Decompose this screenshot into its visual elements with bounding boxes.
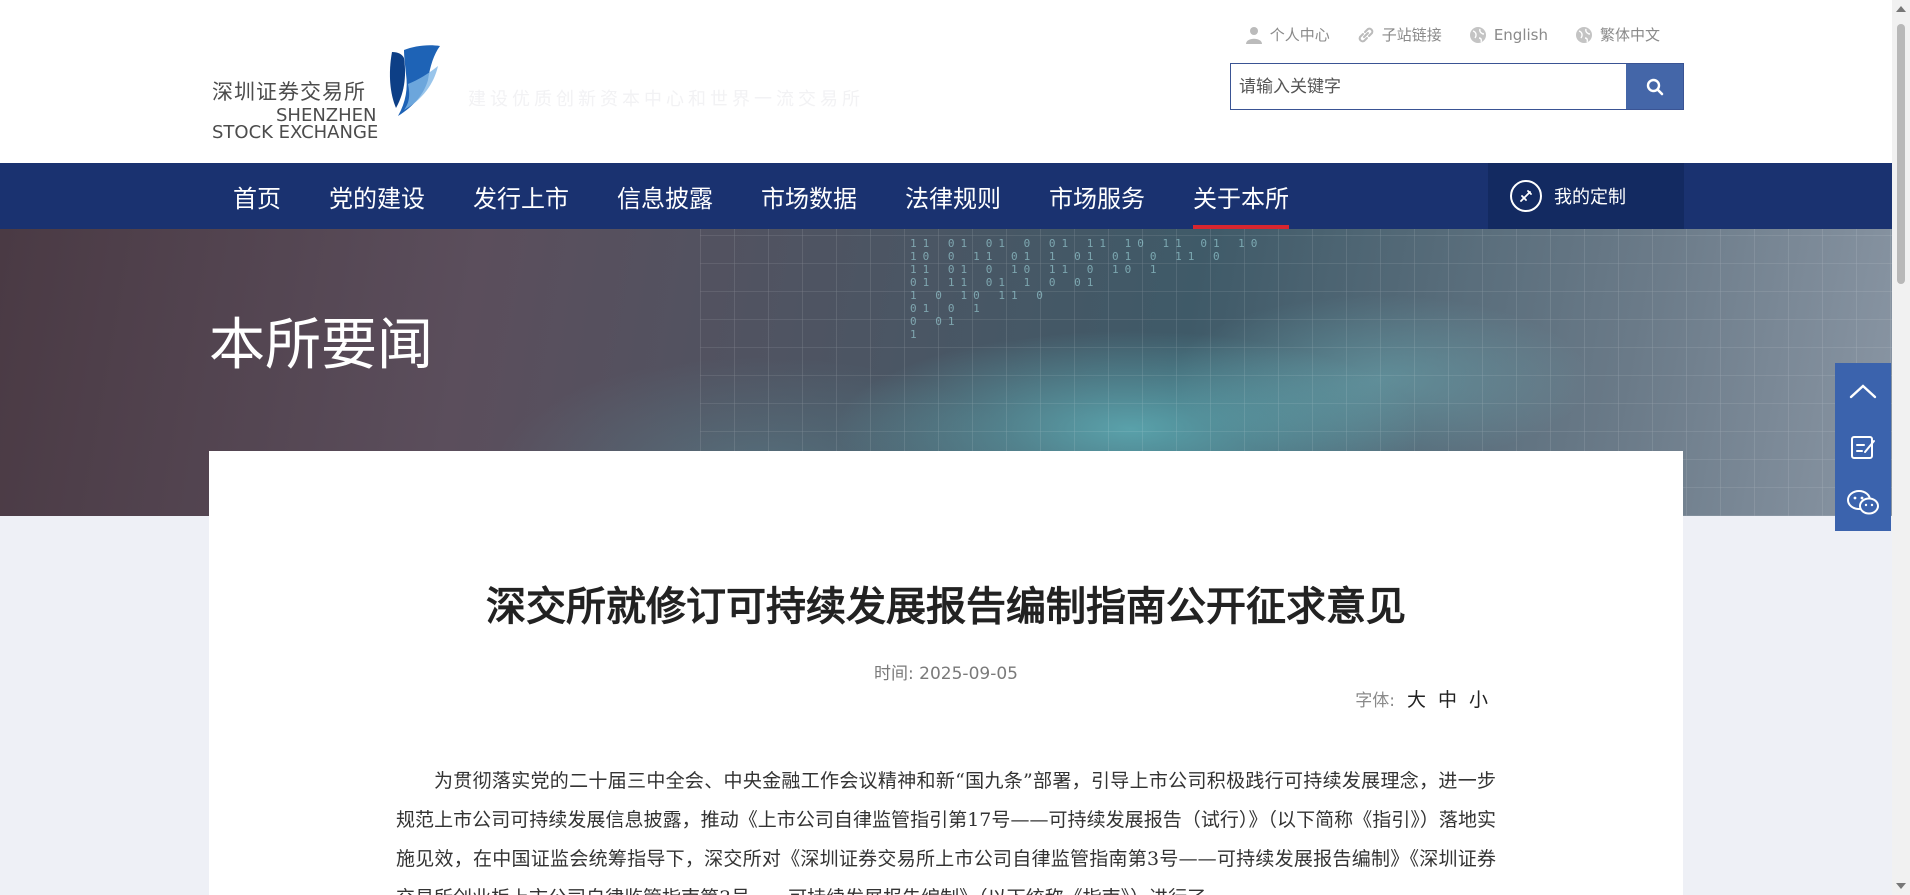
nav-item-disclosure[interactable]: 信息披露	[593, 163, 737, 229]
globe-icon	[1468, 25, 1488, 45]
link-icon	[1356, 25, 1376, 45]
page: 深圳证券交易所 SHENZHEN STOCK EXCHANGE 建设优质创新资本…	[0, 0, 1910, 895]
nav-item-rules[interactable]: 法律规则	[881, 163, 1025, 229]
logo-cn-text: 深圳证券交易所	[212, 80, 366, 104]
my-custom-button[interactable]: 我的定制	[1488, 163, 1684, 229]
article-body: 为贯彻落实党的二十届三中全会、中央金融工作会议精神和新“国九条”部署，引导上市公…	[396, 770, 1496, 895]
szse-logo[interactable]: 深圳证券交易所 SHENZHEN STOCK EXCHANGE	[212, 44, 452, 143]
toplink-personal-center[interactable]: 个人中心	[1244, 24, 1330, 45]
logo-emblem-icon	[389, 45, 440, 116]
back-to-top-button[interactable]	[1835, 363, 1891, 419]
nav-item-market-services[interactable]: 市场服务	[1025, 163, 1169, 229]
search-box	[1230, 63, 1684, 110]
toplink-substation-links[interactable]: 子站链接	[1356, 24, 1442, 45]
toplink-label: 个人中心	[1269, 26, 1330, 44]
custom-icon	[1510, 180, 1542, 212]
date-label: 时间:	[874, 664, 914, 684]
toplink-label: 繁体中文	[1599, 26, 1660, 44]
nav-item-about[interactable]: 关于本所	[1169, 163, 1313, 229]
toplink-label: English	[1493, 25, 1548, 44]
wechat-button[interactable]	[1835, 475, 1891, 531]
site-slogan: 建设优质创新资本中心和世界一流交易所	[468, 89, 864, 110]
search-input[interactable]	[1231, 64, 1626, 109]
back-to-top-icon	[1849, 384, 1877, 399]
font-size-large[interactable]: 大	[1407, 685, 1426, 712]
scroll-up-arrow-icon[interactable]	[1896, 6, 1906, 12]
toplink-english[interactable]: English	[1468, 24, 1548, 45]
site-header: 深圳证券交易所 SHENZHEN STOCK EXCHANGE 建设优质创新资本…	[0, 0, 1892, 163]
globe-icon	[1574, 25, 1594, 45]
nav-item-home[interactable]: 首页	[209, 163, 305, 229]
logo-en-line2: STOCK EXCHANGE	[212, 122, 379, 143]
font-size-medium[interactable]: 中	[1438, 685, 1457, 712]
article-date: 时间: 2025-09-05	[209, 659, 1683, 684]
article-card: 深交所就修订可持续发展报告编制指南公开征求意见 时间: 2025-09-05 字…	[209, 451, 1683, 895]
nav-items: 首页 党的建设 发行上市 信息披露 市场数据 法律规则 市场服务 关于本所	[209, 163, 1313, 229]
scrollbar-thumb[interactable]	[1897, 24, 1905, 284]
page-scrollbar[interactable]	[1892, 0, 1910, 895]
nav-item-market-data[interactable]: 市场数据	[737, 163, 881, 229]
font-size-selector: 字体: 大 中 小	[1355, 685, 1488, 712]
nav-item-party-building[interactable]: 党的建设	[305, 163, 449, 229]
banner-title: 本所要闻	[209, 313, 433, 378]
nav-item-listing[interactable]: 发行上市	[449, 163, 593, 229]
feedback-icon	[1851, 436, 1875, 459]
banner-digits-decoration: 11 01 01 0 01 11 10 11 01 10 10 0 11 01 1…	[910, 237, 1264, 341]
side-toolbar	[1835, 363, 1891, 531]
scroll-down-arrow-icon[interactable]	[1896, 883, 1906, 889]
main-nav: 首页 党的建设 发行上市 信息披露 市场数据 法律规则 市场服务 关于本所 我的…	[0, 163, 1892, 229]
date-value: 2025-09-05	[919, 664, 1018, 684]
wechat-icon	[1847, 490, 1879, 515]
search-button[interactable]	[1626, 64, 1683, 109]
toplink-traditional-chinese[interactable]: 繁体中文	[1574, 24, 1660, 45]
search-icon	[1646, 78, 1663, 95]
user-icon	[1244, 25, 1264, 45]
font-size-label: 字体:	[1355, 691, 1395, 711]
custom-label: 我的定制	[1554, 187, 1626, 208]
font-size-small[interactable]: 小	[1469, 685, 1488, 712]
top-links: 个人中心 子站链接 English 繁体中文	[1244, 24, 1660, 45]
toplink-label: 子站链接	[1381, 26, 1442, 44]
article-title: 深交所就修订可持续发展报告编制指南公开征求意见	[486, 584, 1406, 630]
feedback-button[interactable]	[1835, 419, 1891, 475]
